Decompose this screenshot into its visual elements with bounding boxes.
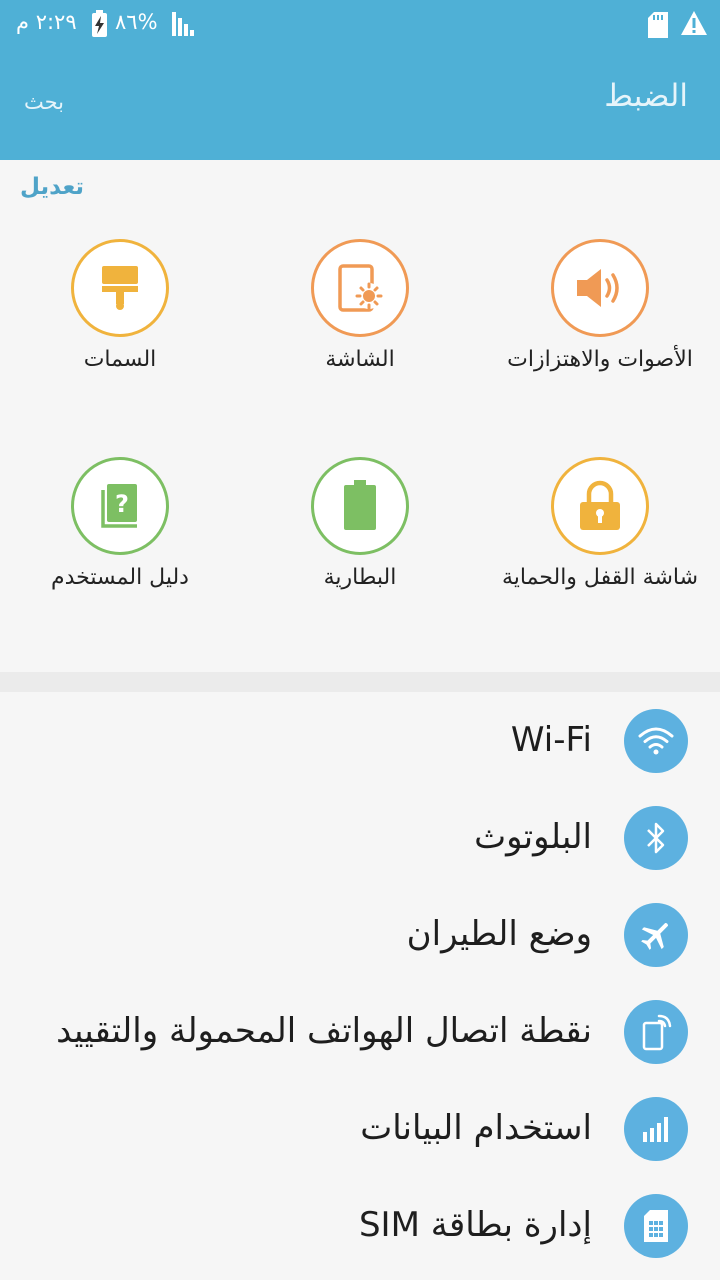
list-item-label: البلوتوث bbox=[474, 817, 592, 857]
list-item-label: استخدام البيانات bbox=[360, 1108, 592, 1148]
list-item-label: وضع الطيران bbox=[406, 914, 592, 954]
tile-label: السمات bbox=[83, 347, 157, 372]
airplane-icon bbox=[624, 903, 688, 967]
bluetooth-icon bbox=[624, 806, 688, 870]
tile-themes[interactable]: السمات bbox=[0, 239, 240, 439]
tile-label: الشاشة bbox=[325, 347, 395, 372]
svg-text:?: ? bbox=[115, 490, 129, 518]
app-bar: الضبط بحث bbox=[0, 50, 720, 160]
tile-lock-screen-security[interactable]: شاشة القفل والحماية bbox=[480, 457, 720, 657]
edit-button[interactable]: تعديل bbox=[20, 174, 84, 200]
battery-icon bbox=[311, 457, 409, 555]
tile-user-manual[interactable]: ? دليل المستخدم bbox=[0, 457, 240, 657]
list-item-airplane-mode[interactable]: وضع الطيران bbox=[0, 886, 720, 983]
wifi-icon bbox=[624, 709, 688, 773]
tile-label: دليل المستخدم bbox=[51, 565, 189, 590]
hotspot-icon bbox=[624, 1000, 688, 1064]
battery-percent: %٨٦ bbox=[115, 10, 158, 34]
tile-battery[interactable]: البطارية bbox=[240, 457, 480, 657]
sd-card-icon bbox=[648, 12, 668, 42]
battery-charging-icon bbox=[92, 10, 107, 37]
search-button[interactable]: بحث bbox=[24, 90, 64, 114]
list-item-hotspot-tethering[interactable]: نقطة اتصال الهواتف المحمولة والتقييد bbox=[0, 983, 720, 1080]
status-bar: ٢:٢٩ م %٨٦ bbox=[0, 0, 720, 50]
display-brightness-icon bbox=[311, 239, 409, 337]
list-item-data-usage[interactable]: استخدام البيانات bbox=[0, 1080, 720, 1177]
data-usage-icon bbox=[624, 1097, 688, 1161]
signal-icon bbox=[172, 12, 196, 40]
list-item-sim-manager[interactable]: إدارة بطاقة SIM bbox=[0, 1177, 720, 1274]
settings-list: Wi-Fi البلوتوث وضع الطيران نقطة اتصال ال… bbox=[0, 692, 720, 1280]
page-title: الضبط bbox=[604, 78, 688, 114]
list-item-bluetooth[interactable]: البلوتوث bbox=[0, 789, 720, 886]
alert-icon bbox=[680, 10, 708, 40]
quick-settings-panel: تعديل الأصوات والاهتزازات الشاشة السمات … bbox=[0, 160, 720, 672]
section-divider bbox=[0, 672, 720, 692]
list-item-label: نقطة اتصال الهواتف المحمولة والتقييد bbox=[56, 1011, 592, 1051]
paint-brush-icon bbox=[71, 239, 169, 337]
speaker-icon bbox=[551, 239, 649, 337]
list-item-label: إدارة بطاقة SIM bbox=[358, 1205, 592, 1245]
tile-label: شاشة القفل والحماية bbox=[501, 565, 699, 590]
sim-card-icon bbox=[624, 1194, 688, 1258]
lock-icon bbox=[551, 457, 649, 555]
user-manual-icon: ? bbox=[71, 457, 169, 555]
tile-sounds-vibration[interactable]: الأصوات والاهتزازات bbox=[480, 239, 720, 439]
tile-label: الأصوات والاهتزازات bbox=[507, 347, 693, 372]
tile-display[interactable]: الشاشة bbox=[240, 239, 480, 439]
tile-label: البطارية bbox=[323, 565, 397, 590]
status-time: ٢:٢٩ م bbox=[16, 10, 77, 34]
list-item-label: Wi-Fi bbox=[510, 720, 592, 760]
list-item-wifi[interactable]: Wi-Fi bbox=[0, 692, 720, 789]
